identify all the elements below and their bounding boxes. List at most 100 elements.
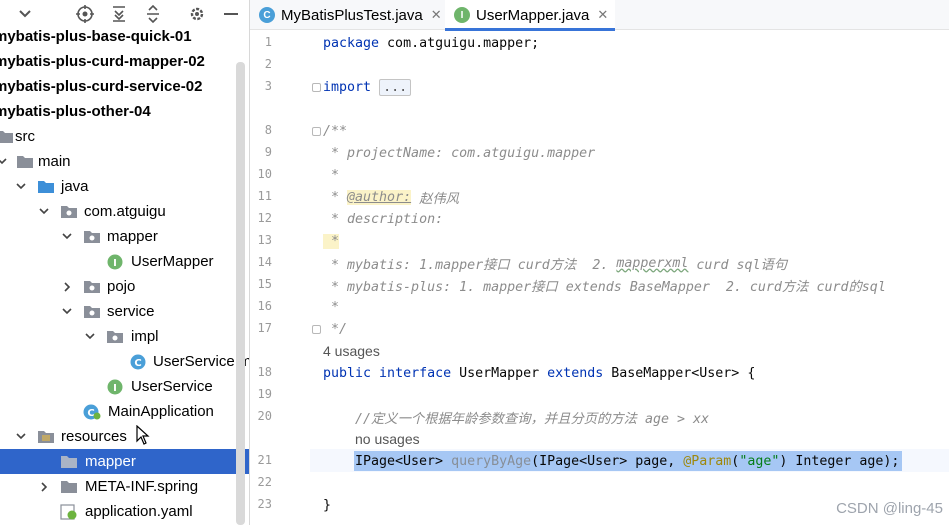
line-number: 18 xyxy=(257,365,272,379)
collapse-all-icon[interactable] xyxy=(143,4,163,24)
tree-item-module[interactable]: mybatis-plus-curd-mapper-02 xyxy=(0,49,249,74)
chevron-down-icon[interactable] xyxy=(38,206,50,218)
tree-item-label: mybatis-plus-curd-mapper-02 xyxy=(0,53,205,70)
code-line: IPage<User> queryByAge (IPage<User> page,… xyxy=(355,450,899,472)
close-icon[interactable]: ✕ xyxy=(597,7,608,23)
chevron-down-icon[interactable] xyxy=(61,231,73,243)
package-icon xyxy=(106,329,124,345)
locate-icon[interactable] xyxy=(75,4,95,24)
chevron-right-icon[interactable] xyxy=(61,281,73,293)
line-number-gutter: 1 2 3 8 9 10 11 12 13 14 15 16 17 18 19 … xyxy=(250,31,321,525)
tree-item-label: resources xyxy=(61,428,127,445)
line-number: 8 xyxy=(264,123,272,137)
tree-item-module[interactable]: mybatis-plus-curd-service-02 xyxy=(0,74,249,99)
chevron-down-icon[interactable] xyxy=(15,431,27,443)
tree-item-class[interactable]: C UserServiceImpl xyxy=(0,349,249,374)
tree-item-main[interactable]: main xyxy=(0,149,249,174)
code-line: * mybatis-plus: 1. mapper接口 extends Base… xyxy=(323,279,886,295)
tree-item-label: service xyxy=(107,303,155,320)
package-icon xyxy=(83,279,101,295)
folder-icon xyxy=(60,454,78,470)
chevron-down-icon[interactable] xyxy=(15,181,27,193)
code-text: * xyxy=(323,233,340,249)
code-text: 赵伟风 xyxy=(411,191,459,207)
tree-item-label: application.yaml xyxy=(85,503,193,520)
minimize-icon[interactable] xyxy=(221,4,241,24)
chevron-down-icon[interactable] xyxy=(84,331,96,343)
tree-item-label: impl xyxy=(131,328,159,345)
tree-item-src[interactable]: src xyxy=(0,124,249,149)
code-text: (IPage<User> page, xyxy=(531,453,684,469)
expand-all-icon[interactable] xyxy=(109,4,129,24)
line-number: 3 xyxy=(264,79,272,93)
code-text: ) Integer age); xyxy=(779,453,900,469)
usages-hint[interactable]: 4 usages xyxy=(323,341,380,361)
code-text: IPage<User> xyxy=(355,453,452,469)
code-line: * mybatis: 1.mapper接口 curd方法 2. mapperxm… xyxy=(323,252,787,274)
tree-item-module[interactable]: mybatis-plus-base-quick-01 xyxy=(0,24,249,49)
tree-item-label: UserMapper xyxy=(131,253,214,270)
folder-icon xyxy=(16,154,34,170)
tree-item-label: UserService xyxy=(131,378,213,395)
chevron-down-icon[interactable] xyxy=(0,156,8,168)
code-text: ( xyxy=(731,453,740,469)
code-line: * xyxy=(323,230,340,252)
package-icon xyxy=(83,229,101,245)
folder-icon xyxy=(0,129,14,145)
annotation: @Param xyxy=(683,453,732,469)
line-number: 9 xyxy=(264,145,272,159)
tree-item-class[interactable]: C MainApplication xyxy=(0,399,249,424)
tree-item-interface[interactable]: I UserService xyxy=(0,374,249,399)
tree-item-label: META-INF.spring xyxy=(85,478,199,495)
chevron-down-icon[interactable] xyxy=(61,306,73,318)
tree-item-package[interactable]: service xyxy=(0,299,249,324)
code-editor[interactable]: package com.atguigu.mapper; import ... /… xyxy=(310,31,949,525)
tree-item-package[interactable]: pojo xyxy=(0,274,249,299)
usages-hint[interactable]: no usages xyxy=(355,429,420,449)
code-text: mapperxml xyxy=(616,255,689,271)
tab-mybatisplustest[interactable]: C MyBatisPlusTest.java ✕ xyxy=(250,0,445,30)
tree-item-label: java xyxy=(61,178,89,195)
tree-item-file[interactable]: application.yaml xyxy=(0,499,249,524)
gear-icon[interactable] xyxy=(187,4,207,24)
tree-item-resource-folder-selected[interactable]: mapper xyxy=(0,449,249,474)
chevron-right-icon[interactable] xyxy=(38,481,50,493)
tree-item-interface[interactable]: I UserMapper xyxy=(0,249,249,274)
code-text: com.atguigu.mapper; xyxy=(379,35,540,51)
tree-item-label: main xyxy=(38,153,71,170)
yaml-config-icon xyxy=(60,503,78,520)
close-icon[interactable]: ✕ xyxy=(431,7,442,23)
code-text: * xyxy=(323,189,348,205)
code-text: * mybatis: 1.mapper接口 curd方法 2. xyxy=(323,257,617,273)
tree-item-package[interactable]: impl xyxy=(0,324,249,349)
tree-item-label: mybatis-plus-base-quick-01 xyxy=(0,28,192,45)
svg-text:C: C xyxy=(87,408,94,419)
line-number: 21 xyxy=(257,453,272,467)
string-literal: "age" xyxy=(739,453,780,469)
tree-item-label: UserServiceImpl xyxy=(153,353,249,370)
tree-item-label: mapper xyxy=(107,228,158,245)
tree-item-label: src xyxy=(15,128,35,145)
line-number: 20 xyxy=(257,409,272,423)
tree-item-package[interactable]: mapper xyxy=(0,224,249,249)
source-folder-icon xyxy=(37,179,55,195)
tree-item-java[interactable]: java xyxy=(0,174,249,199)
package-icon xyxy=(83,304,101,320)
tree-item-module[interactable]: mybatis-plus-other-04 xyxy=(0,99,249,124)
keyword: import xyxy=(323,79,372,95)
folded-imports[interactable]: ... xyxy=(379,78,412,96)
tab-usermapper[interactable]: I UserMapper.java ✕ xyxy=(445,0,615,31)
tree-item-label: com.atguigu xyxy=(84,203,166,220)
code-line: public interface UserMapper extends Base… xyxy=(323,362,755,384)
code-line: * xyxy=(323,299,340,315)
line-number: 11 xyxy=(257,189,272,203)
tree-item-package[interactable]: com.atguigu xyxy=(0,199,249,224)
tree-item-resources[interactable]: resources xyxy=(0,424,249,449)
project-panel-scrollbar[interactable] xyxy=(236,62,245,525)
line-number: 22 xyxy=(257,475,272,489)
tree-item-folder[interactable]: META-INF.spring xyxy=(0,474,249,499)
class-icon: C xyxy=(129,354,147,370)
interface-icon: I xyxy=(106,254,124,270)
code-line: */ xyxy=(323,321,348,337)
chevron-down-icon[interactable] xyxy=(15,4,35,24)
